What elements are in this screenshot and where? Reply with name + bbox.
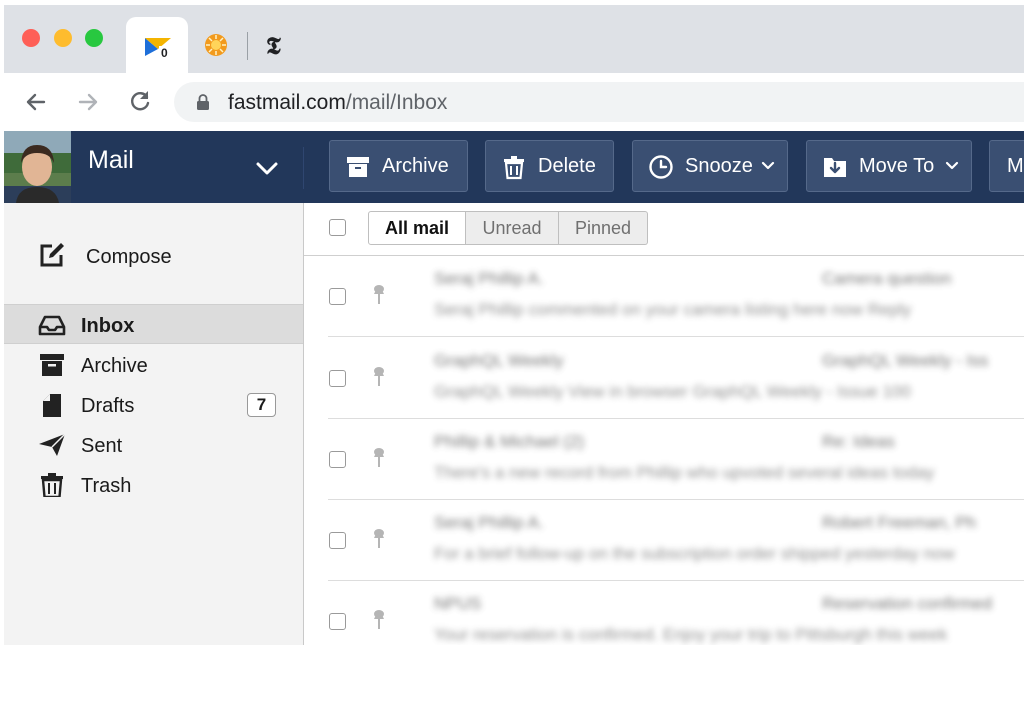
delete-button[interactable]: Delete xyxy=(485,140,614,192)
message-subject: GraphQL Weekly - Iss xyxy=(822,351,989,370)
sidebar-item-inbox[interactable]: Inbox xyxy=(4,304,303,344)
message-subject: Reservation confirmed xyxy=(822,594,993,613)
close-window-button[interactable] xyxy=(22,29,40,47)
more-button[interactable]: M xyxy=(989,140,1024,192)
message-checkbox[interactable] xyxy=(329,451,346,468)
message-preview: GraphQL Weekly View in browser GraphQL W… xyxy=(434,382,911,401)
message-row[interactable]: Seraj Phillip A. Camera question Seraj P… xyxy=(328,255,1024,337)
archive-button[interactable]: Archive xyxy=(329,140,468,192)
address-bar: fastmail.com/mail/Inbox xyxy=(4,73,1024,131)
url-field[interactable]: fastmail.com/mail/Inbox xyxy=(174,82,1024,122)
move-to-button-label: Move To xyxy=(859,155,935,177)
pin-icon[interactable] xyxy=(371,609,387,631)
message-from: Seraj Phillip A. xyxy=(434,513,544,532)
url-host: fastmail.com xyxy=(228,91,346,114)
browser-window: 0 𝕿 fastmail.com/mail/Inbox Mail Archive… xyxy=(4,5,1024,645)
message-checkbox[interactable] xyxy=(329,370,346,387)
message-list-pane: All mail Unread Pinned Seraj Phillip A. … xyxy=(304,203,1024,645)
chevron-down-icon[interactable] xyxy=(254,157,280,179)
filter-all-mail[interactable]: All mail xyxy=(368,211,466,245)
reload-icon[interactable] xyxy=(126,88,154,116)
message-from: NPUS xyxy=(434,594,482,613)
message-row[interactable]: Seraj Phillip A. Robert Freeman, Ph For … xyxy=(328,499,1024,581)
sun-icon[interactable] xyxy=(204,33,228,57)
inbox-icon xyxy=(38,315,66,336)
app-title: Mail xyxy=(88,146,134,174)
clock-icon xyxy=(649,155,673,179)
maximize-window-button[interactable] xyxy=(85,29,103,47)
message-checkbox[interactable] xyxy=(329,613,346,630)
move-to-button[interactable]: Move To xyxy=(806,140,972,192)
message-subject: Camera question xyxy=(822,269,952,288)
back-icon[interactable] xyxy=(22,88,50,116)
message-subject: Re: Ideas xyxy=(822,432,895,451)
app-toolbar: Mail Archive Delete Snooze Move To M xyxy=(4,131,1024,203)
message-checkbox[interactable] xyxy=(329,532,346,549)
pin-icon[interactable] xyxy=(371,366,387,388)
sidebar: Compose Inbox Archive Drafts 7 Sent Tras… xyxy=(4,203,304,645)
minimize-window-button[interactable] xyxy=(54,29,72,47)
drafts-count-badge: 7 xyxy=(247,393,276,417)
move-to-icon xyxy=(824,158,846,177)
filter-unread[interactable]: Unread xyxy=(466,211,559,245)
pin-icon[interactable] xyxy=(371,528,387,550)
url-text: fastmail.com/mail/Inbox xyxy=(228,91,447,115)
message-row[interactable]: NPUS Reservation confirmed Your reservat… xyxy=(328,580,1024,645)
sidebar-item-archive[interactable]: Archive xyxy=(4,345,303,385)
message-preview: Your reservation is confirmed. Enjoy you… xyxy=(434,625,948,644)
chevron-down-icon xyxy=(945,161,959,170)
nyt-icon[interactable]: 𝕿 xyxy=(266,31,281,60)
snooze-button[interactable]: Snooze xyxy=(632,140,788,192)
compose-icon xyxy=(40,243,64,267)
sidebar-item-label: Inbox xyxy=(81,315,135,337)
filter-segmented-control: All mail Unread Pinned xyxy=(368,211,648,245)
drafts-icon xyxy=(43,394,61,417)
message-row[interactable]: Phillip & Michael (2) Re: Ideas There's … xyxy=(328,418,1024,500)
svg-text:0: 0 xyxy=(161,46,168,58)
snooze-button-label: Snooze xyxy=(685,155,753,177)
trash-icon xyxy=(504,156,524,180)
tab-separator xyxy=(247,32,248,60)
message-from: Seraj Phillip A. xyxy=(434,269,544,288)
fastmail-icon: 0 xyxy=(145,38,173,58)
pin-icon[interactable] xyxy=(371,447,387,469)
tab-bar: 0 𝕿 xyxy=(4,5,1024,73)
sidebar-item-sent[interactable]: Sent xyxy=(4,425,303,465)
message-row[interactable]: GraphQL Weekly GraphQL Weekly - Iss Grap… xyxy=(328,337,1024,419)
archive-icon xyxy=(347,157,369,177)
sidebar-item-label: Sent xyxy=(81,435,123,457)
trash-icon xyxy=(41,473,63,497)
message-preview: For a brief follow-up on the subscriptio… xyxy=(434,544,955,563)
sidebar-item-label: Drafts xyxy=(81,395,135,417)
archive-button-label: Archive xyxy=(382,155,449,177)
compose-button[interactable]: Compose xyxy=(4,233,303,277)
more-button-label: M xyxy=(1007,155,1024,177)
archive-icon xyxy=(40,354,64,376)
compose-label: Compose xyxy=(86,246,172,268)
sent-icon xyxy=(39,433,66,456)
pin-icon[interactable] xyxy=(371,284,387,306)
tab-fastmail[interactable]: 0 xyxy=(126,17,188,73)
message-checkbox[interactable] xyxy=(329,288,346,305)
message-preview: Seraj Phillip commented on your camera l… xyxy=(434,300,912,319)
url-path: /mail/Inbox xyxy=(345,91,448,114)
forward-icon[interactable] xyxy=(74,88,102,116)
lock-icon xyxy=(197,94,209,110)
select-all-checkbox[interactable] xyxy=(329,219,346,236)
delete-button-label: Delete xyxy=(538,155,596,177)
sidebar-item-label: Trash xyxy=(81,475,132,497)
toolbar-separator xyxy=(303,147,304,189)
filter-bar: All mail Unread Pinned xyxy=(304,203,1024,256)
avatar[interactable] xyxy=(4,131,71,203)
message-from: Phillip & Michael (2) xyxy=(434,432,585,451)
message-preview: There's a new record from Phillip who up… xyxy=(434,463,935,482)
message-from: GraphQL Weekly xyxy=(434,351,564,370)
message-subject: Robert Freeman, Ph xyxy=(822,513,977,532)
filter-pinned[interactable]: Pinned xyxy=(559,211,648,245)
chevron-down-icon xyxy=(761,161,775,170)
sidebar-item-label: Archive xyxy=(81,355,148,377)
sidebar-item-drafts[interactable]: Drafts 7 xyxy=(4,385,303,425)
sidebar-item-trash[interactable]: Trash xyxy=(4,465,303,505)
